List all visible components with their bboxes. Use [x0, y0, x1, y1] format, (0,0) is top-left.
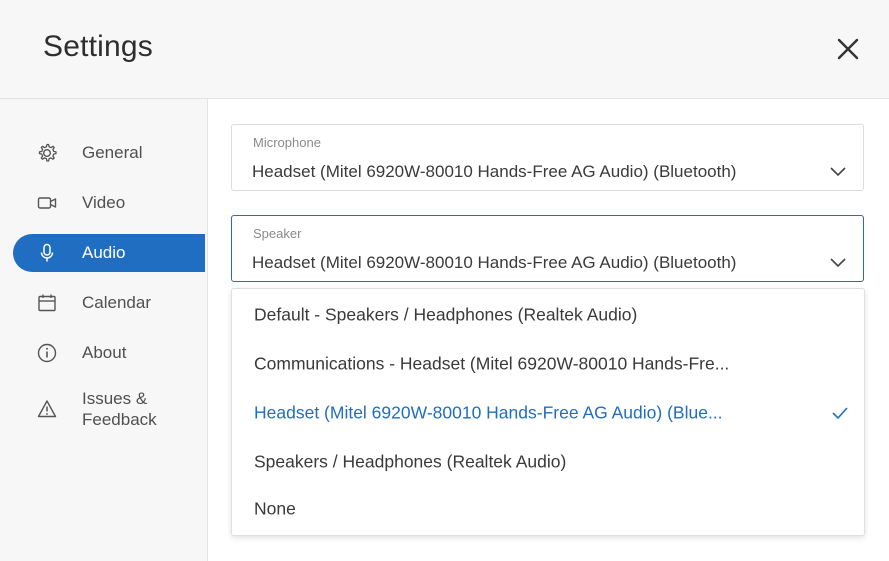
- speaker-option[interactable]: Communications - Headset (Mitel 6920W-80…: [232, 341, 864, 387]
- sidebar-item-label: Issues & Feedback: [82, 388, 157, 430]
- sidebar-item-label-line2: Feedback: [82, 410, 157, 429]
- close-icon: [837, 38, 859, 60]
- microphone-select[interactable]: Microphone Headset (Mitel 6920W-80010 Ha…: [231, 124, 864, 191]
- option-label: Communications - Headset (Mitel 6920W-80…: [254, 353, 730, 374]
- microphone-label: Microphone: [253, 135, 321, 150]
- speaker-option[interactable]: Default - Speakers / Headphones (Realtek…: [232, 292, 864, 338]
- microphone-value: Headset (Mitel 6920W-80010 Hands-Free AG…: [252, 162, 737, 181]
- sidebar-item-about[interactable]: About: [13, 334, 205, 372]
- sidebar-item-issues-feedback[interactable]: Issues & Feedback: [13, 386, 205, 432]
- speaker-option-selected[interactable]: Headset (Mitel 6920W-80010 Hands-Free AG…: [232, 390, 864, 436]
- sidebar-item-label: Video: [82, 193, 126, 212]
- sidebar-item-label-line1: Issues &: [82, 389, 148, 408]
- sidebar-item-label: About: [82, 343, 127, 362]
- speaker-dropdown-list: Default - Speakers / Headphones (Realtek…: [231, 288, 865, 536]
- calendar-icon: [36, 292, 58, 314]
- info-icon: [36, 342, 58, 364]
- sidebar-item-label: Calendar: [82, 293, 151, 312]
- chevron-down-icon: [830, 167, 846, 177]
- speaker-option[interactable]: Speakers / Headphones (Realtek Audio): [232, 439, 864, 485]
- speaker-label: Speaker: [253, 226, 302, 241]
- option-label: Speakers / Headphones (Realtek Audio): [254, 451, 567, 472]
- sidebar-item-audio[interactable]: Audio: [13, 234, 205, 272]
- sidebar-item-label: General: [82, 143, 143, 162]
- microphone-icon: [36, 242, 58, 264]
- speaker-select[interactable]: Speaker Headset (Mitel 6920W-80010 Hands…: [231, 215, 864, 282]
- sidebar-item-label: Audio: [82, 243, 126, 262]
- settings-header: Settings: [0, 0, 889, 99]
- page-title: Settings: [43, 30, 153, 63]
- video-camera-icon: [36, 192, 58, 214]
- speaker-value: Headset (Mitel 6920W-80010 Hands-Free AG…: [252, 253, 737, 272]
- option-label: None: [254, 498, 296, 519]
- speaker-option[interactable]: None: [232, 486, 864, 532]
- sidebar-item-general[interactable]: General: [13, 134, 205, 172]
- option-label: Default - Speakers / Headphones (Realtek…: [254, 304, 638, 325]
- settings-sidebar: General Video Audio Calendar About Issue…: [0, 99, 208, 561]
- sidebar-item-video[interactable]: Video: [13, 184, 205, 222]
- sidebar-item-calendar[interactable]: Calendar: [13, 284, 205, 322]
- chevron-down-icon: [830, 258, 846, 268]
- gear-icon: [36, 142, 58, 164]
- close-button[interactable]: [833, 34, 863, 64]
- checkmark-icon: [832, 407, 848, 420]
- option-label: Headset (Mitel 6920W-80010 Hands-Free AG…: [254, 402, 723, 423]
- warning-icon: [36, 398, 58, 420]
